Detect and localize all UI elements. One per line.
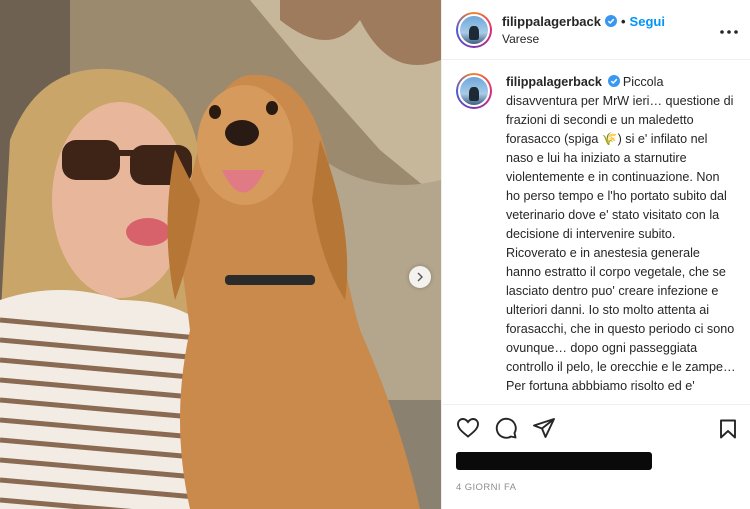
separator-dot: • [620,13,626,29]
redacted-likes [456,452,652,470]
caption-text: Piccola disavventura per MrW ieri… quest… [506,75,736,393]
caption: filippalagerback Piccola disavventura per… [506,73,737,404]
more-options-button[interactable] [720,22,738,38]
post-timestamp[interactable]: 4 GIORNI FA [456,482,516,493]
comment-icon[interactable] [494,416,518,440]
like-heart-icon[interactable] [456,416,480,440]
header-username[interactable]: filippalagerback [502,14,601,29]
action-bar [442,404,750,450]
post-header: filippalagerback • Segui Varese [442,0,750,60]
verified-badge-icon [607,75,620,87]
caption-area: filippalagerback Piccola disavventura per… [442,61,750,404]
follow-button[interactable]: Segui [630,14,665,29]
more-horizontal-icon [720,30,738,34]
photo-illustration [0,0,441,509]
location-link[interactable]: Varese [502,32,665,46]
chevron-right-icon [417,272,423,282]
verified-badge-icon [604,15,617,27]
caption-avatar[interactable] [456,73,492,109]
post-photo[interactable] [0,0,441,509]
next-photo-button[interactable] [409,266,431,288]
caption-username[interactable]: filippalagerback [506,75,602,89]
avatar[interactable] [456,11,492,48]
post-side-panel: filippalagerback • Segui Varese filippal… [441,0,750,509]
share-send-icon[interactable] [532,416,556,440]
bookmark-icon[interactable] [719,419,737,439]
